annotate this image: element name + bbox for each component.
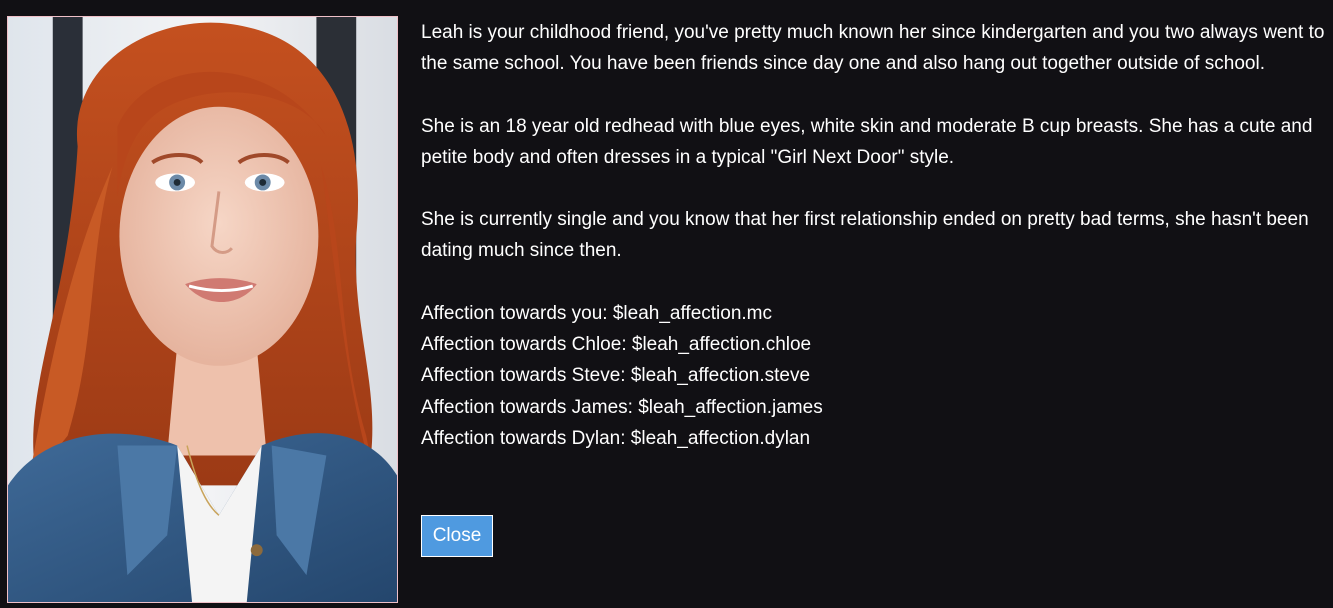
affection-steve: Affection towards Steve: $leah_affection… — [421, 365, 811, 387]
description-paragraph-relationship: She is currently single and you know tha… — [421, 209, 1309, 262]
affection-james: Affection towards James: $leah_affection… — [421, 396, 823, 418]
character-portrait — [7, 16, 398, 603]
affection-dylan: Affection towards Dylan: $leah_affection… — [421, 427, 811, 449]
portrait-image — [8, 17, 397, 602]
affection-stats: Affection towards you: $leah_affection.m… — [421, 298, 1326, 454]
character-description-panel: Leah is your childhood friend, you've pr… — [421, 17, 1326, 454]
affection-mc: Affection towards you: $leah_affection.m… — [421, 302, 773, 324]
description-paragraph-appearance: She is an 18 year old redhead with blue … — [421, 115, 1313, 168]
character-profile-screen: Leah is your childhood friend, you've pr… — [0, 0, 1333, 608]
affection-chloe: Affection towards Chloe: $leah_affection… — [421, 334, 812, 356]
description-paragraph-intro: Leah is your childhood friend, you've pr… — [421, 22, 1325, 75]
close-button[interactable]: Close — [421, 515, 493, 557]
